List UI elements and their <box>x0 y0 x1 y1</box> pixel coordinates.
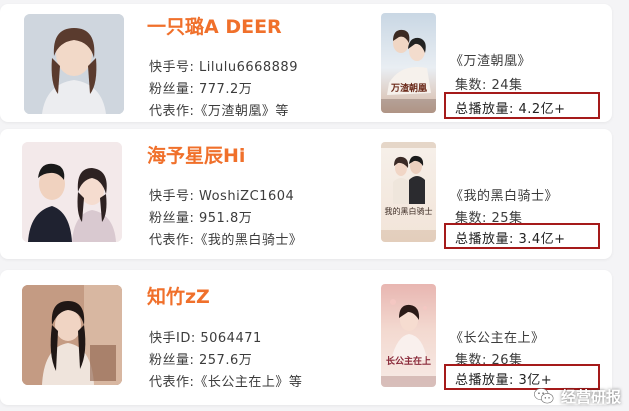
wechat-icon <box>534 388 554 404</box>
creator-fans-value: 951.8万 <box>199 211 253 226</box>
creator-fans-value: 257.6万 <box>199 353 253 368</box>
drama-title: 《万渣朝凰》 <box>450 54 532 69</box>
avatar-portrait-image <box>24 14 124 114</box>
poster-title: 我的黑白骑士 <box>384 207 433 216</box>
creator-name[interactable]: 知竹zZ <box>147 282 210 309</box>
poster-title: 长公主在上 <box>385 357 431 367</box>
drama-episodes: 集数: 24集 <box>455 78 523 93</box>
creator-id-value: 5064471 <box>200 331 262 346</box>
creator-id-label: 快手号: <box>149 189 200 204</box>
drama-total-plays: 总播放量: 4.2亿+ <box>455 102 566 117</box>
creator-id-value: Lilulu6668889 <box>199 60 298 75</box>
avatar-portrait-image <box>22 285 122 385</box>
poster-title: 万渣朝凰 <box>390 84 427 94</box>
creator-fans-value: 777.2万 <box>199 82 253 97</box>
creator-id: 快手ID: 5064471 <box>149 327 262 346</box>
creator-works: 代表作:《我的黑白骑士》 <box>149 233 303 248</box>
watermark-text: 经营研报 <box>560 387 621 406</box>
creator-fans-label: 粉丝量: <box>149 211 200 226</box>
creator-works: 代表作:《长公主在上》等 <box>149 375 303 390</box>
poster-art-image <box>381 299 436 387</box>
creator-fans: 粉丝量: 777.2万 <box>149 78 252 97</box>
creator-card-2: 海予星辰Hi 快手号: WoshiZC1604 粉丝量: 951.8万 代表作:… <box>0 129 612 259</box>
drama-title: 《长公主在上》 <box>450 331 545 346</box>
creator-name[interactable]: 海予星辰Hi <box>147 141 245 168</box>
creator-name[interactable]: 一只璐A DEER <box>147 12 282 39</box>
drama-total-plays: 总播放量: 3.4亿+ <box>455 232 566 247</box>
creator-avatar <box>22 285 122 385</box>
creator-id-label: 快手号: <box>149 60 200 75</box>
creator-id: 快手号: Lilulu6668889 <box>149 56 298 75</box>
poster-art-image <box>381 29 436 113</box>
creator-card-1: 一只璐A DEER 快手号: Lilulu6668889 粉丝量: 777.2万… <box>0 4 612 122</box>
creator-fans: 粉丝量: 951.8万 <box>149 207 252 226</box>
avatar-portrait-image <box>22 142 122 242</box>
creator-id-value: WoshiZC1604 <box>199 189 295 204</box>
drama-title: 《我的黑白骑士》 <box>450 189 559 204</box>
account-watermark: 经营研报 <box>533 385 621 407</box>
drama-poster[interactable]: 万渣朝凰 <box>381 13 436 113</box>
creator-card-3: 知竹zZ 快手ID: 5064471 粉丝量: 257.6万 代表作:《长公主在… <box>0 270 612 405</box>
creator-fans: 粉丝量: 257.6万 <box>149 349 252 368</box>
poster-art-image <box>381 142 436 242</box>
creator-id-label: 快手ID: <box>149 331 201 346</box>
creator-avatar <box>24 14 124 114</box>
creator-id: 快手号: WoshiZC1604 <box>149 185 294 204</box>
creator-fans-label: 粉丝量: <box>149 82 200 97</box>
creator-avatar <box>22 142 122 242</box>
creator-fans-label: 粉丝量: <box>149 353 200 368</box>
creator-works: 代表作:《万渣朝凰》等 <box>149 104 289 119</box>
drama-poster[interactable]: 我的黑白骑士 <box>381 142 436 242</box>
drama-poster[interactable]: 长公主在上 <box>381 284 436 387</box>
